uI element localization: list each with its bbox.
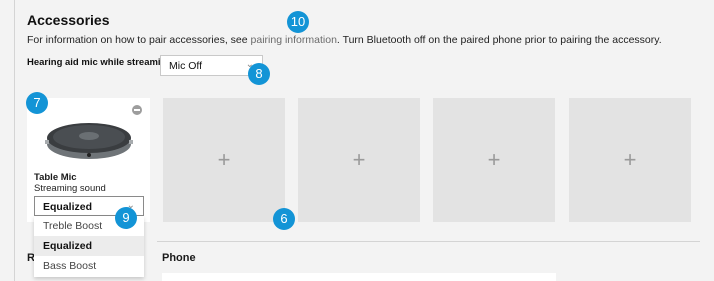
- callout-badge-8: 8: [248, 63, 270, 85]
- accessory-subtitle: Streaming sound: [34, 183, 106, 194]
- phone-panel: [162, 273, 556, 281]
- plus-icon: +: [352, 147, 366, 172]
- remove-circle-icon[interactable]: [132, 105, 142, 115]
- add-accessory-slot[interactable]: +: [298, 98, 420, 222]
- add-accessory-slot[interactable]: +: [569, 98, 691, 222]
- plus-icon: +: [217, 147, 231, 172]
- streaming-sound-value: Equalized: [43, 201, 93, 213]
- info-text-before: For information on how to pair accessori…: [27, 34, 251, 46]
- plus-icon: +: [487, 147, 501, 172]
- menu-item-equalized[interactable]: Equalized: [34, 236, 144, 256]
- mic-setting-value: Mic Off: [169, 60, 203, 72]
- plus-icon: +: [623, 147, 637, 172]
- info-text-after: . Turn Bluetooth off on the paired phone…: [336, 34, 662, 46]
- phone-section-heading: Phone: [162, 252, 196, 264]
- callout-badge-6: 6: [273, 208, 295, 230]
- mic-setting-label: Hearing aid mic while streaming: [27, 57, 173, 68]
- accessory-name: Table Mic: [34, 172, 77, 183]
- pairing-information-link[interactable]: pairing information: [251, 34, 337, 46]
- info-text: For information on how to pair accessori…: [27, 34, 662, 46]
- section-divider: [157, 241, 700, 242]
- callout-badge-9: 9: [115, 207, 137, 229]
- callout-badge-7: 7: [26, 92, 48, 114]
- table-mic-device-icon: [45, 123, 133, 159]
- section-title: Accessories: [27, 12, 110, 28]
- menu-item-bass-boost[interactable]: Bass Boost: [34, 256, 144, 276]
- add-accessory-slot[interactable]: +: [433, 98, 555, 222]
- add-accessory-slot[interactable]: +: [163, 98, 285, 222]
- callout-badge-10: 10: [287, 11, 309, 33]
